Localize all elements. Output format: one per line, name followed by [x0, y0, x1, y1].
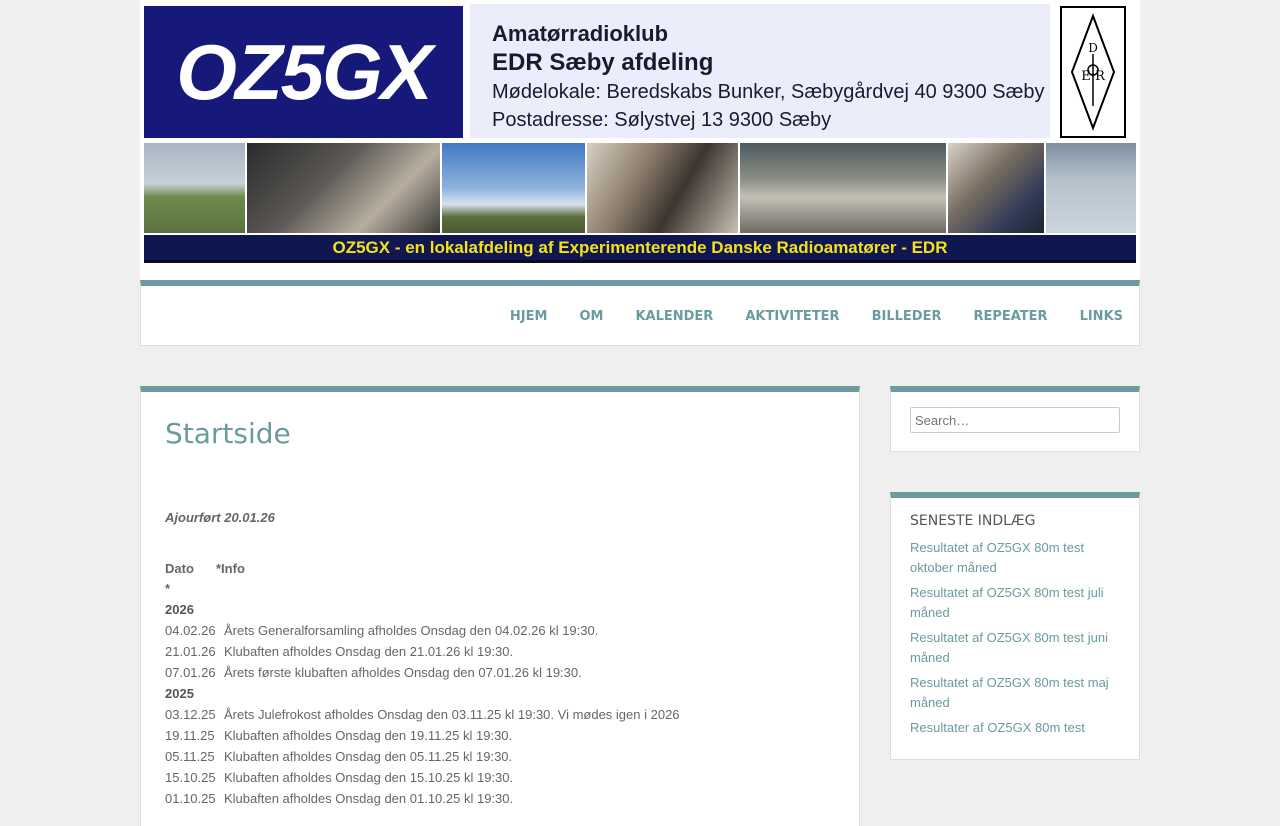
event-row: 07.01.26 Årets første klubaften afholdes… — [165, 662, 835, 683]
edr-seal-logo: D E R — [1060, 6, 1126, 138]
event-row: 03.12.25 Årets Julefrokost afholdes Onsd… — [165, 704, 835, 725]
callsign-logo: OZ5GX — [144, 6, 463, 138]
event-text: Klubaften afholdes Onsdag den 15.10.25 k… — [224, 770, 514, 785]
nav-item-links[interactable]: LINKS — [1064, 309, 1139, 324]
event-row: 05.11.25 Klubaften afholdes Onsdag den 0… — [165, 746, 835, 767]
event-date: 15.10.25 — [165, 770, 216, 785]
recent-post-link[interactable]: Resultatet af OZ5GX 80m test juli måned — [910, 583, 1120, 623]
column-info: *Info — [216, 561, 245, 576]
shack-photo — [948, 143, 1044, 233]
page-title: Startside — [165, 417, 291, 450]
recent-post-link[interactable]: Resultater af OZ5GX 80m test — [910, 718, 1120, 738]
svg-text:E: E — [1081, 69, 1091, 84]
year-heading-2025: 2025 — [165, 686, 194, 701]
recent-post-link[interactable]: Resultatet af OZ5GX 80m test oktober mån… — [910, 538, 1120, 578]
callsign-logo-text: OZ5GX — [176, 27, 432, 116]
postal-address: Postadresse: Sølystvej 13 9300 Sæby — [492, 109, 832, 131]
nav-item-billeder[interactable]: BILLEDER — [856, 309, 958, 324]
main-navigation: HJEM OM KALENDER AKTIVITETER BILLEDER RE… — [140, 280, 1140, 346]
photo-strip — [144, 143, 1136, 233]
operator-photo — [587, 143, 738, 233]
event-text: Klubaften afholdes Onsdag den 19.11.25 k… — [224, 728, 513, 743]
event-date: 04.02.26 — [165, 623, 216, 638]
event-date: 21.01.26 — [165, 644, 216, 659]
event-row: 01.10.25 Klubaften afholdes Onsdag den 0… — [165, 788, 835, 809]
radio-station-photo — [247, 143, 440, 233]
event-text: Årets Generalforsamling afholdes Onsdag … — [224, 623, 599, 638]
recent-posts-widget: SENESTE INDLÆG Resultatet af OZ5GX 80m t… — [890, 492, 1140, 760]
event-date: 05.11.25 — [165, 749, 215, 764]
header-footnote-star: * — [165, 581, 171, 596]
nav-item-kalender[interactable]: KALENDER — [619, 309, 729, 324]
event-text: Klubaften afholdes Onsdag den 01.10.25 k… — [224, 791, 514, 806]
calendar-header: Dato *Info — [165, 559, 835, 579]
nav-item-aktiviteter[interactable]: AKTIVITETER — [729, 309, 855, 324]
svg-text:D: D — [1088, 41, 1098, 55]
banner-tagline: OZ5GX - en lokalafdeling af Experimenter… — [144, 235, 1136, 263]
meeting-address: Mødelokale: Beredskabs Bunker, Sæbygårdv… — [492, 81, 1045, 103]
club-info: Amatørradioklub EDR Sæby afdeling Mødelo… — [470, 4, 1050, 138]
nav-item-om[interactable]: OM — [563, 309, 619, 324]
event-date: 19.11.25 — [165, 728, 215, 743]
antenna-mast-photo — [442, 143, 585, 233]
event-text: Årets første klubaften afholdes Onsdag d… — [224, 665, 582, 680]
event-date: 01.10.25 — [165, 791, 216, 806]
event-row: 19.11.25 Klubaften afholdes Onsdag den 1… — [165, 725, 835, 746]
yagi-antenna-photo — [1046, 143, 1136, 233]
year-heading-2026: 2026 — [165, 602, 194, 617]
main-content: Startside Ajourført 20.01.26 Dato *Info … — [140, 386, 860, 826]
nav-item-hjem[interactable]: HJEM — [494, 309, 564, 324]
search-widget — [890, 386, 1140, 452]
club-department: EDR Sæby afdeling — [492, 49, 714, 76]
event-row: 15.10.25 Klubaften afholdes Onsdag den 1… — [165, 767, 835, 788]
recent-post-link[interactable]: Resultatet af OZ5GX 80m test juni måned — [910, 628, 1120, 668]
tagline-text: OZ5GX - en lokalafdeling af Experimenter… — [332, 237, 948, 257]
header-banner[interactable]: OZ5GX Amatørradioklub EDR Sæby afdeling … — [140, 0, 1140, 280]
equipment-shelf-photo — [740, 143, 946, 233]
recent-post-link[interactable]: Resultatet af OZ5GX 80m test maj måned — [910, 673, 1120, 713]
event-row: 04.02.26 Årets Generalforsamling afholde… — [165, 620, 835, 641]
svg-text:R: R — [1095, 69, 1106, 84]
event-date: 07.01.26 — [165, 665, 216, 680]
event-text: Årets Julefrokost afholdes Onsdag den 03… — [224, 707, 680, 722]
event-date: 03.12.25 — [165, 707, 216, 722]
event-text: Klubaften afholdes Onsdag den 21.01.26 k… — [224, 644, 514, 659]
field-photo — [144, 143, 245, 233]
column-date: Dato — [165, 561, 194, 576]
recent-posts-title: SENESTE INDLÆG — [910, 513, 1036, 529]
club-name: Amatørradioklub — [492, 21, 669, 46]
search-input[interactable] — [910, 407, 1120, 433]
event-row: 21.01.26 Klubaften afholdes Onsdag den 2… — [165, 641, 835, 662]
updated-date: Ajourført 20.01.26 — [165, 510, 275, 525]
event-text: Klubaften afholdes Onsdag den 05.11.25 k… — [224, 749, 513, 764]
nav-item-repeater[interactable]: REPEATER — [957, 309, 1063, 324]
